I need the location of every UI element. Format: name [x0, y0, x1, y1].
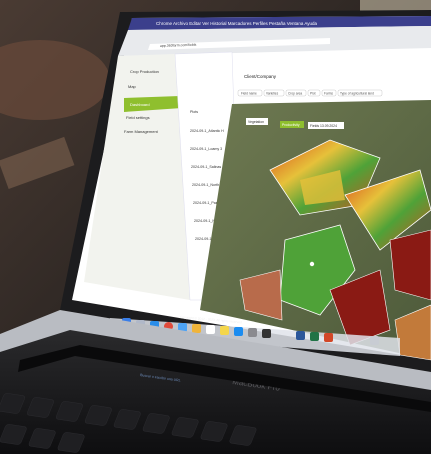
svg-text:Vegetation: Vegetation: [248, 120, 264, 124]
settings-icon[interactable]: [248, 328, 257, 337]
appstore-icon[interactable]: [234, 327, 243, 336]
topbar-client[interactable]: Client/Company: [244, 74, 277, 79]
field-list-item[interactable]: 2024-09-1_Atlantic H: [190, 129, 224, 133]
photo-scene: Chrome Archivo Editar Ver Historial Marc…: [0, 0, 431, 454]
calendar-icon[interactable]: [206, 325, 215, 334]
word-icon[interactable]: [296, 331, 305, 340]
powerpoint-icon[interactable]: [324, 333, 333, 342]
screen: Chrome Archivo Editar Ver Historial Marc…: [72, 16, 431, 361]
svg-text:Crop area: Crop area: [288, 92, 302, 96]
photos-icon[interactable]: [192, 324, 201, 333]
field-red[interactable]: [389, 229, 431, 301]
svg-text:Field name: Field name: [241, 92, 257, 96]
svg-text:Productivity: Productivity: [282, 123, 300, 127]
field-list-item[interactable]: 2024-09-1_Salinas: [191, 165, 221, 169]
svg-text:Fields 13.09.2024: Fields 13.09.2024: [310, 124, 337, 128]
field-list-item[interactable]: Plots: [190, 110, 198, 114]
sidebar-item-dashboard[interactable]: Dashboard: [130, 102, 150, 107]
menu-bar-label: Chrome Archivo Editar Ver Historial Marc…: [156, 21, 317, 26]
field-list-item[interactable]: 2024-09-1_Loamy 3: [190, 147, 222, 151]
svg-text:Varieties: Varieties: [266, 92, 279, 96]
svg-text:Farms: Farms: [324, 92, 333, 96]
filter-bar: Field name Varieties Crop area Plot Farm…: [237, 89, 383, 97]
sidebar-item-map[interactable]: Map: [128, 84, 137, 89]
sidebar-item-settings[interactable]: Field settings: [126, 115, 150, 120]
field-list-item[interactable]: 2024-09-1_North: [192, 183, 219, 187]
sidebar-item-farm[interactable]: Farm Management: [124, 129, 159, 134]
gear-icon[interactable]: [262, 329, 271, 338]
svg-text:Type of agricultural land: Type of agricultural land: [340, 92, 374, 96]
location-marker-icon[interactable]: [309, 261, 315, 267]
svg-text:Plot: Plot: [310, 92, 316, 96]
trash-icon[interactable]: [370, 336, 379, 345]
excel-icon[interactable]: [310, 332, 319, 341]
notes-icon[interactable]: [220, 326, 229, 335]
sidebar-item-crop[interactable]: Crop Production: [130, 69, 159, 74]
